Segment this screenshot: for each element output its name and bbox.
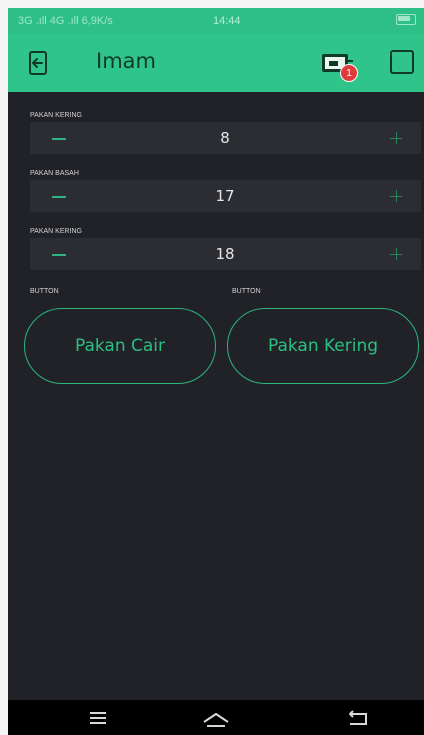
system-nav-bar (8, 700, 424, 735)
stepper-label: PAKAN BASAH (30, 170, 79, 177)
home-icon (203, 713, 229, 727)
status-icons (396, 14, 416, 25)
menu-button[interactable] (78, 706, 118, 730)
decrement-button[interactable] (52, 129, 68, 147)
stepper-value: 8 (220, 129, 230, 147)
dashboard-body: PAKAN KERING 8 PAKAN BASAH 17 PAKAN KERI… (8, 92, 424, 700)
status-bar: 3G .ıll 4G .ıll 6,9K/s 14:44 (8, 8, 424, 34)
status-time: 14:44 (213, 15, 241, 27)
battery-icon (396, 14, 416, 25)
button-label: BUTTON (30, 288, 59, 295)
app-title: Imam (96, 49, 156, 73)
exit-icon (29, 51, 47, 75)
pakan-cair-button[interactable]: Pakan Cair (24, 308, 216, 384)
square-button[interactable] (390, 50, 414, 74)
pakan-kering-button[interactable]: Pakan Kering (227, 308, 419, 384)
stepper-value: 18 (215, 245, 235, 263)
notification-badge: 1 (340, 64, 358, 82)
stepper-label: PAKAN KERING (30, 228, 82, 235)
device-button[interactable]: 1 (320, 48, 360, 84)
phone-screen: 3G .ıll 4G .ıll 6,9K/s 14:44 Imam 1 PAKA… (0, 0, 424, 735)
home-button[interactable] (196, 706, 236, 730)
increment-button[interactable] (389, 129, 405, 147)
network-status: 3G .ıll 4G .ıll 6,9K/s (18, 15, 113, 27)
back-icon (349, 710, 367, 725)
increment-button[interactable] (389, 187, 405, 205)
decrement-button[interactable] (52, 245, 68, 263)
quantity-stepper: 17 (30, 180, 421, 212)
button-label: BUTTON (232, 288, 261, 295)
back-nav-button[interactable] (338, 706, 378, 730)
menu-icon (90, 712, 106, 724)
back-button[interactable] (26, 48, 54, 78)
quantity-stepper: 18 (30, 238, 421, 270)
app-header: 3G .ıll 4G .ıll 6,9K/s 14:44 Imam 1 (8, 8, 424, 92)
stepper-value: 17 (215, 187, 235, 205)
stepper-label: PAKAN KERING (30, 112, 82, 119)
decrement-button[interactable] (52, 187, 68, 205)
app-bar: Imam 1 (8, 34, 424, 92)
quantity-stepper: 8 (30, 122, 421, 154)
increment-button[interactable] (389, 245, 405, 263)
